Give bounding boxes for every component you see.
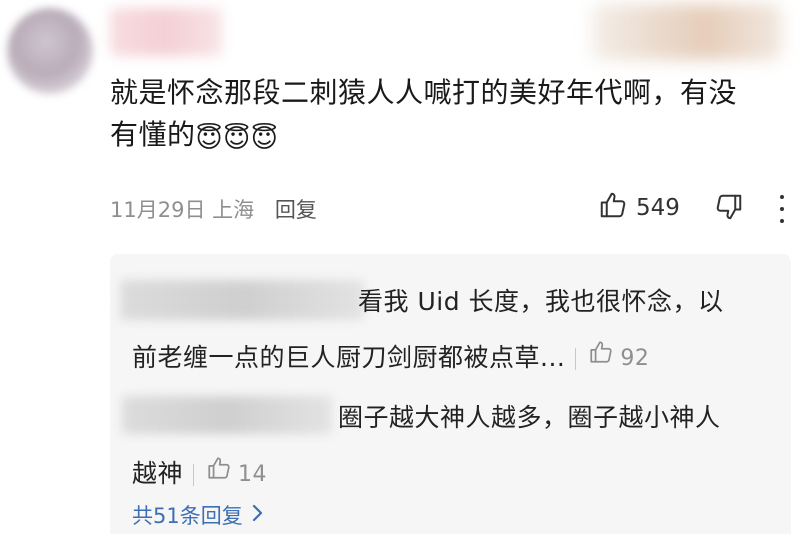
reply-text-line1: 圈子越大神人越多，圈子越小神人: [338, 403, 721, 432]
reply-text-line2: 前老缠一点的巨人厨刀剑厨都被点草...: [132, 343, 566, 372]
comment-date: 11月29日: [110, 198, 206, 222]
replies-panel: 看我 Uid 长度，我也很怀念，以 前老缠一点的巨人厨刀剑厨都被点草... 92…: [110, 254, 791, 534]
divider: [575, 348, 577, 370]
reply-item[interactable]: 圈子越大神人越多，圈子越小神人 越神 14: [132, 390, 782, 503]
thumbs-up-icon: [588, 331, 614, 387]
reply-item[interactable]: 看我 Uid 长度，我也很怀念，以 前老缠一点的巨人厨刀剑厨都被点草... 92: [132, 274, 782, 387]
reply-like-count: 92: [620, 346, 650, 371]
comment-text-line2: 有懂的: [110, 118, 196, 151]
chevron-right-icon: [251, 503, 265, 528]
emoji-smiling-face-with-halo: 😇: [250, 124, 279, 154]
username-blurred[interactable]: [110, 8, 222, 56]
view-all-replies-link[interactable]: 共51条回复: [132, 500, 265, 530]
reply-like-button[interactable]: 14: [206, 447, 267, 503]
like-count: 549: [636, 195, 680, 221]
comment-meta: 11月29日 上海 回复: [110, 194, 317, 224]
reply-text-line2: 越神: [132, 459, 184, 488]
all-replies-label: 共51条回复: [132, 504, 243, 528]
emoji-smiling-face-with-halo: 😇: [195, 124, 224, 154]
thumbs-up-icon: [206, 447, 232, 503]
like-button[interactable]: 549: [598, 190, 680, 226]
divider: [193, 464, 195, 486]
emoji-smiling-face-with-halo: 😇: [223, 124, 251, 154]
dislike-button[interactable]: [714, 192, 744, 226]
thumbs-down-icon: [714, 194, 744, 226]
reply-text-line1: 看我 Uid 长度，我也很怀念，以: [358, 287, 724, 316]
user-badge-blurred: [592, 4, 782, 60]
comment-location: 上海: [212, 198, 255, 222]
reply-button[interactable]: 回复: [275, 198, 317, 222]
thumbs-up-icon: [598, 190, 628, 226]
comment-text-line1: 就是怀念那段二刺猿人人喊打的美好年代啊，有没: [110, 76, 738, 109]
avatar[interactable]: [7, 8, 93, 94]
more-vertical-icon[interactable]: [778, 195, 786, 223]
comment-body: 就是怀念那段二刺猿人人喊打的美好年代啊，有没 有懂的😇😇😇: [110, 72, 790, 160]
reply-like-count: 14: [238, 462, 268, 487]
reply-like-button[interactable]: 92: [588, 331, 649, 387]
